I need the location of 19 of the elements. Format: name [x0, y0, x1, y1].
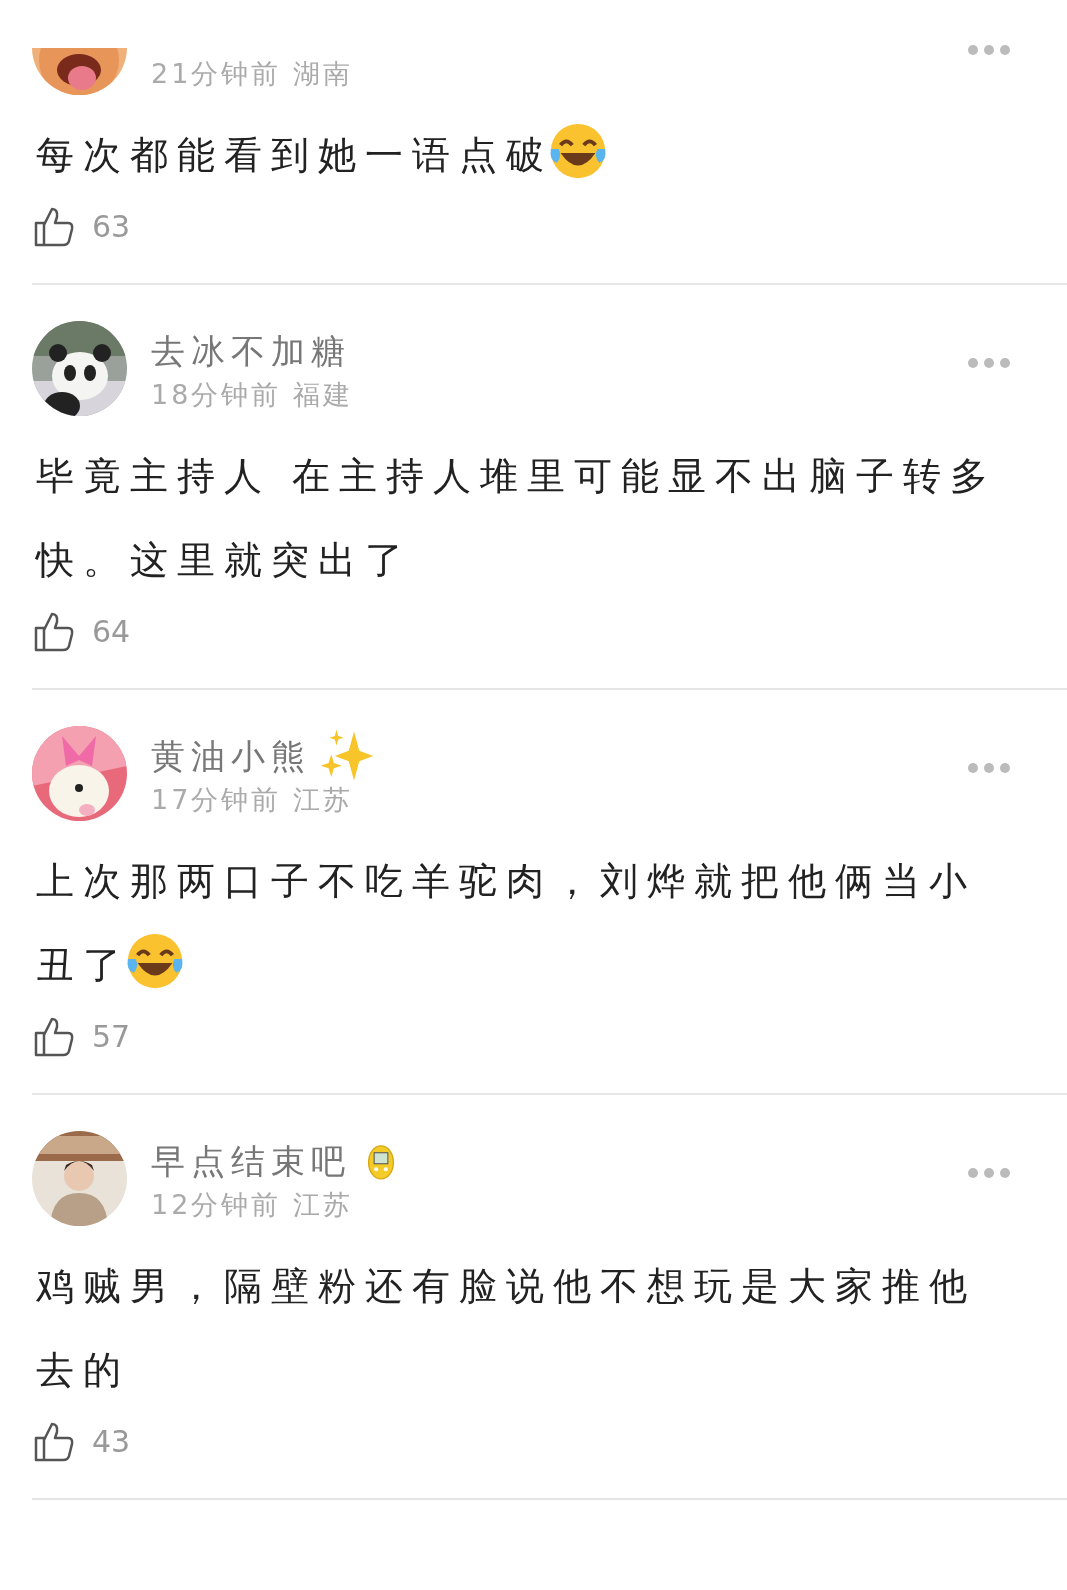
comment-text: 鸡贼男，隔壁粉还有脸说他不想玩是大家推他去的 — [35, 1263, 977, 1394]
comment-meta: 17分钟前 江苏 — [151, 783, 354, 817]
like-count: 57 — [92, 1018, 131, 1056]
comment-meta: 21分钟前 湖南 — [151, 57, 354, 91]
like-count: 63 — [92, 208, 131, 246]
comment-text: 每次都能看到她一语点破 — [32, 113, 1017, 197]
thumbs-up-icon[interactable] — [32, 610, 76, 654]
comment-text: 上次那两口子不吃羊驼肉，刘烨就把他俩当小丑了 — [32, 839, 1017, 1007]
user-name[interactable]: 早点结束吧 — [151, 1137, 351, 1185]
thumbs-up-icon[interactable] — [32, 1420, 76, 1464]
comment-meta: 18分钟前 福建 — [151, 378, 354, 412]
comment-meta: 12分钟前 江苏 — [151, 1188, 354, 1222]
user-name[interactable]: 去冰不加糖 — [151, 327, 351, 375]
like-count: 43 — [92, 1423, 131, 1461]
thumbs-up-icon[interactable] — [32, 205, 76, 249]
comment-text: 毕竟主持人 在主持人堆里可能显不出脑子转多快。这里就突出了 — [34, 453, 999, 584]
user-name[interactable]: 黄油小熊 — [151, 732, 311, 780]
thumbs-up-icon[interactable] — [32, 1015, 76, 1059]
like-count: 64 — [92, 613, 131, 651]
